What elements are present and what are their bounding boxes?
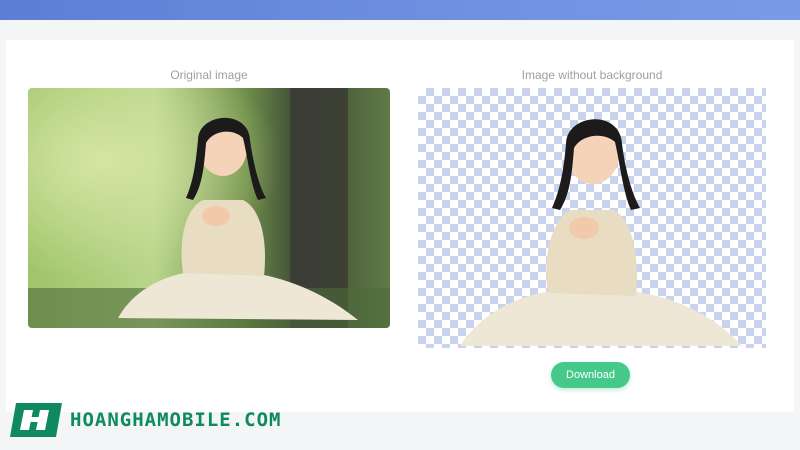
brand-watermark: HOANGHAMOBILE.COM bbox=[8, 400, 281, 440]
result-image-title: Image without background bbox=[521, 68, 663, 82]
brand-name: HOANGHAMOBILE.COM bbox=[70, 409, 282, 431]
original-image bbox=[28, 88, 390, 328]
original-image-title: Original image bbox=[170, 68, 248, 82]
brand-logo-icon bbox=[10, 403, 62, 437]
result-image bbox=[418, 88, 766, 348]
top-header-bar bbox=[0, 0, 800, 20]
girl-figure-cutout bbox=[460, 119, 742, 346]
download-button[interactable]: Download bbox=[551, 362, 630, 388]
